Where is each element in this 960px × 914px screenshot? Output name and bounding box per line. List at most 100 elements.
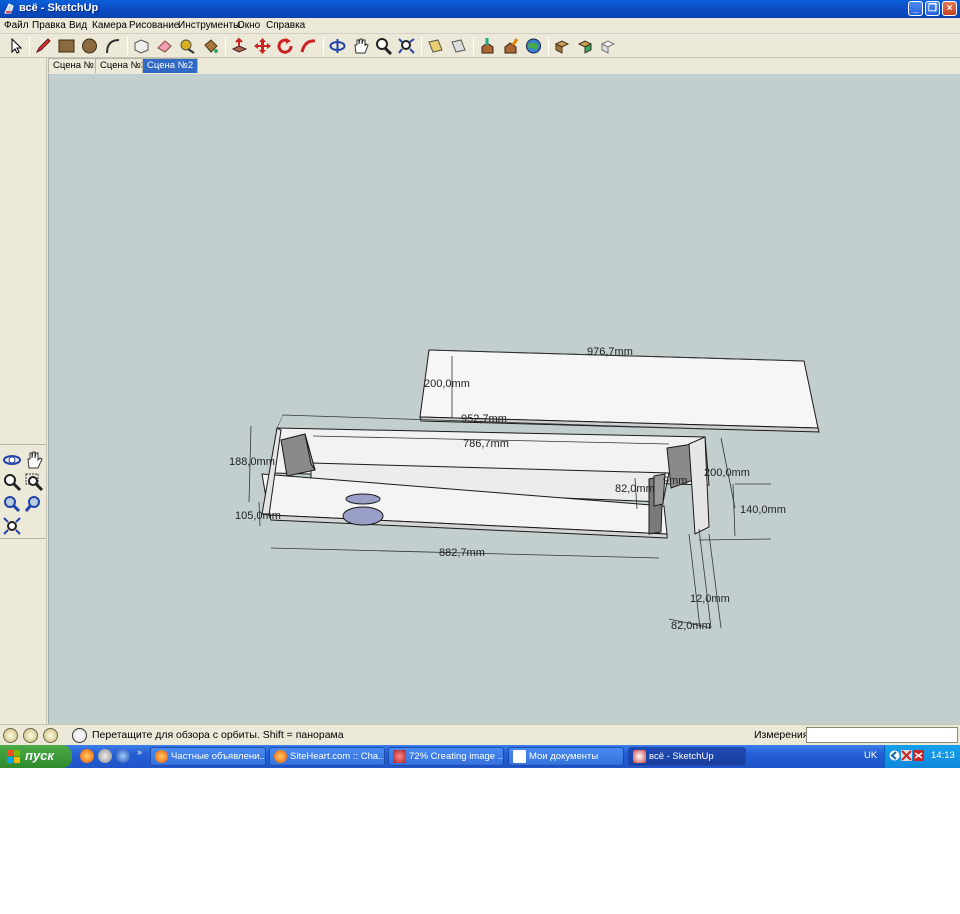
zoom-window-icon[interactable] (24, 472, 44, 492)
get-models-icon[interactable] (478, 37, 497, 55)
dim-lid-width: 200,0mm (424, 378, 470, 390)
paint-bucket-icon[interactable] (201, 37, 220, 55)
menu-file[interactable]: Файл (4, 20, 29, 31)
task-label: Мои документы (529, 751, 599, 762)
menu-window[interactable]: Окно (237, 20, 260, 31)
restore-button[interactable]: ❐ (925, 1, 940, 16)
zoom-icon[interactable] (2, 472, 22, 492)
make-component-icon[interactable] (132, 37, 151, 55)
dim-box-length: 952,7mm (461, 413, 507, 425)
tray-arrow-icon[interactable] (889, 750, 900, 761)
drawing-viewport[interactable]: 976,7mm 200,0mm 952,7mm 786,7mm 188,0mm … (48, 74, 960, 724)
dim-inner-length: 786,7mm (463, 438, 509, 450)
eraser-icon[interactable] (155, 37, 174, 55)
tape-measure-icon[interactable] (178, 37, 197, 55)
task-item[interactable]: 72% Creating image ... (388, 747, 504, 766)
dim-end-depth: 82,0mm (671, 620, 711, 632)
dim-bottom-height: 105,0mm (235, 510, 281, 522)
follow-me-icon[interactable] (299, 37, 318, 55)
push-pull-icon[interactable] (230, 37, 249, 55)
network-icon[interactable] (901, 750, 912, 761)
quicklaunch-icon[interactable] (98, 749, 112, 763)
components-icon[interactable] (553, 37, 572, 55)
zoom-extents-icon[interactable] (397, 37, 416, 55)
orbit-icon[interactable] (328, 37, 347, 55)
circle-icon[interactable] (80, 37, 99, 55)
status-bar: Перетащите для обзора с орбиты. Shift = … (0, 724, 960, 745)
help-icon[interactable] (72, 728, 87, 743)
menu-view[interactable]: Вид (69, 20, 87, 31)
window-title: всё - SketchUp (19, 2, 99, 14)
dim-small-gap: 9mm (663, 475, 688, 487)
tab-scene-2[interactable]: Сцена №2 (142, 58, 199, 73)
task-item[interactable]: SiteHeart.com :: Cha... (269, 747, 385, 766)
task-item[interactable]: Мои документы (508, 747, 624, 766)
close-button[interactable]: × (942, 1, 957, 16)
previous-icon[interactable] (2, 494, 22, 514)
model-canvas[interactable] (49, 74, 960, 724)
task-label: 72% Creating image ... (409, 751, 504, 762)
firefox-icon (274, 750, 287, 763)
status-hint: Перетащите для обзора с орбиты. Shift = … (92, 729, 344, 741)
pan-icon[interactable] (351, 37, 370, 55)
next-view-icon[interactable] (449, 37, 468, 55)
language-indicator[interactable]: UK (864, 750, 877, 761)
rectangle-icon[interactable] (57, 37, 76, 55)
firefox-icon (155, 750, 168, 763)
menu-bar: Файл Правка Вид Камера Рисование Инструм… (0, 18, 960, 34)
materials-icon[interactable] (576, 37, 595, 55)
task-label: Частные объявлени... (171, 751, 266, 762)
taskbar: пуск » Частные объявлени... SiteHeart.co… (0, 745, 960, 768)
dim-wall-thickness: 12,0mm (690, 593, 730, 605)
dim-lid-length: 976,7mm (587, 346, 633, 358)
measurements-input[interactable] (806, 727, 958, 743)
more-chevron-icon[interactable]: » (137, 747, 142, 757)
credits-icon[interactable] (23, 728, 38, 743)
user-icon[interactable] (43, 728, 58, 743)
share-model-icon[interactable] (501, 37, 520, 55)
sketchup-app-icon (633, 750, 646, 763)
main-toolbar (0, 34, 960, 58)
orbit-icon[interactable] (2, 450, 22, 470)
task-item-active[interactable]: всё - SketchUp (628, 747, 746, 766)
sketchup-app-icon (4, 3, 14, 14)
task-item[interactable]: Частные объявлени... (150, 747, 266, 766)
google-earth-icon[interactable] (524, 37, 543, 55)
dim-bottom-length: 882,7mm (439, 547, 485, 559)
volume-icon[interactable] (913, 750, 924, 761)
zoom-extents-icon[interactable] (2, 516, 22, 536)
start-button[interactable]: пуск (0, 745, 72, 768)
arc-icon[interactable] (103, 37, 122, 55)
menu-help[interactable]: Справка (266, 20, 305, 31)
dim-right-height: 200,0mm (704, 467, 750, 479)
menu-draw[interactable]: Рисование (129, 20, 179, 31)
title-bar[interactable]: всё - SketchUp _ ❐ × (0, 0, 960, 18)
box-right-end (688, 436, 710, 535)
measurements-label: Измерения (754, 729, 809, 741)
ie-icon[interactable] (116, 749, 130, 763)
menu-camera[interactable]: Камера (92, 20, 127, 31)
screen: всё - SketchUp _ ❐ × Файл Правка Вид Кам… (0, 0, 960, 768)
dim-side-height: 140,0mm (740, 504, 786, 516)
zoom-icon[interactable] (374, 37, 393, 56)
task-label: всё - SketchUp (649, 751, 714, 762)
move-icon[interactable] (253, 37, 272, 55)
previous-view-icon[interactable] (426, 37, 445, 55)
menu-edit[interactable]: Правка (32, 20, 66, 31)
dim-inner-depth: 82,0mm (615, 483, 655, 495)
pencil-icon[interactable] (34, 37, 53, 55)
image-tool-icon (393, 750, 406, 763)
pan-icon[interactable] (24, 450, 44, 470)
task-label: SiteHeart.com :: Cha... (290, 751, 385, 762)
folder-icon (513, 750, 526, 763)
geo-location-icon[interactable] (3, 728, 18, 743)
styles-icon[interactable] (599, 37, 618, 55)
rotate-icon[interactable] (276, 37, 295, 55)
port-hole (342, 506, 384, 526)
select-icon[interactable] (6, 37, 25, 55)
minimize-button[interactable]: _ (908, 1, 923, 16)
menu-tools[interactable]: Инструменты (178, 20, 240, 31)
dim-box-height: 188,0mm (229, 456, 275, 468)
next-icon[interactable] (24, 494, 44, 514)
firefox-icon[interactable] (80, 749, 94, 763)
